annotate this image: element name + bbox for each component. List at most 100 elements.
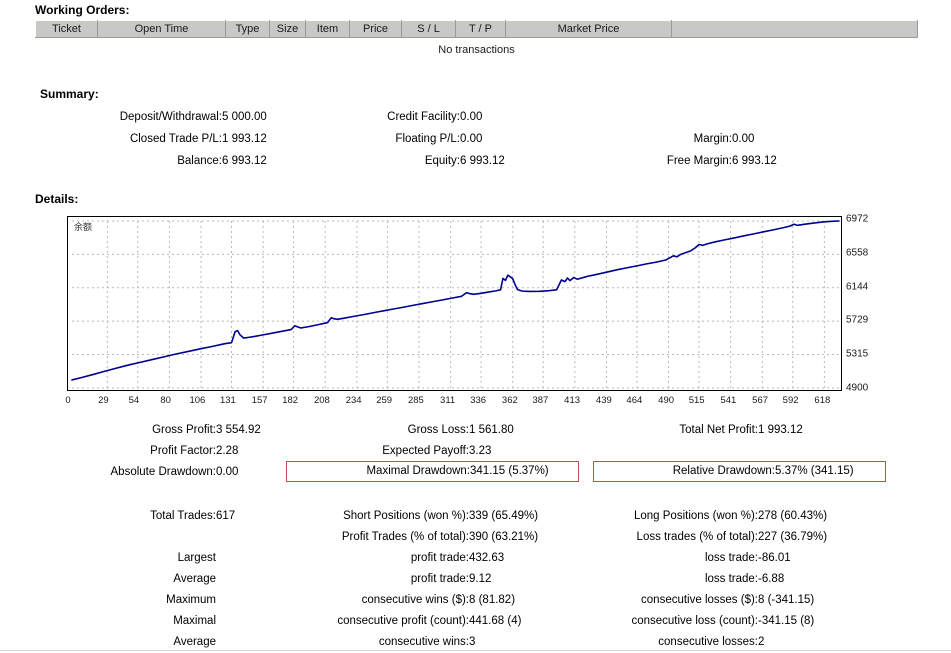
- y-axis-tick-5315: 5315: [846, 348, 869, 360]
- y-axis-tick-6972: 6972: [846, 213, 869, 225]
- summary-title: Summary:: [40, 87, 99, 101]
- details-title: Details:: [35, 192, 79, 206]
- bottom-divider: [0, 650, 951, 651]
- loss-trades-label: Loss trades (% of total):: [636, 530, 758, 543]
- x-axis-tick-490: 490: [658, 395, 675, 406]
- balance-label: Balance:: [177, 155, 222, 167]
- short-positions-label: Short Positions (won %):: [343, 509, 469, 522]
- x-axis-tick-80: 80: [160, 395, 171, 406]
- maximal-consecutive-loss-value: -341.15 (8): [758, 614, 815, 627]
- floating-pl-value: 0.00: [460, 133, 483, 145]
- closed-trade-pl-label: Closed Trade P/L:: [129, 133, 222, 145]
- stats-row: Maximum consecutive wins ($): 8 (81.82) …: [35, 589, 945, 610]
- working-orders-table: Ticket Open Time Type Size Item Price S …: [35, 20, 918, 38]
- deposit-withdrawal-value: 5 000.00: [222, 111, 267, 123]
- x-axis-tick-541: 541: [720, 395, 737, 406]
- profit-trades-label: Profit Trades (% of total):: [341, 530, 469, 543]
- column-header-ticket[interactable]: Ticket: [35, 20, 98, 38]
- column-header-open-time[interactable]: Open Time: [97, 20, 226, 38]
- relative-drawdown-label: Relative Drawdown:: [672, 465, 775, 477]
- x-axis-tick-0: 0: [65, 395, 71, 406]
- no-transactions-message: No transactions: [438, 44, 515, 56]
- average-loss-trade-label: loss trade:: [704, 572, 758, 585]
- performance-stats-grid: Gross Profit: 3 554.92 Gross Loss: 1 561…: [35, 419, 945, 482]
- gross-loss-label: Gross Loss:: [407, 423, 469, 436]
- maximal-drawdown-label: Maximal Drawdown:: [366, 465, 470, 477]
- strategy-tester-report: Working Orders: Ticket Open Time Type Si…: [0, 0, 951, 653]
- equity-label: Equity:: [424, 155, 460, 167]
- chart-legend-label: 余额: [74, 223, 93, 233]
- loss-trades-value: 227 (36.79%): [758, 530, 828, 543]
- x-axis-tick-29: 29: [98, 395, 109, 406]
- largest-loss-trade-label: loss trade:: [704, 551, 758, 564]
- average-loss-trade-value: -6.88: [758, 572, 785, 585]
- average-consecutive-losses-label: consecutive losses:: [658, 635, 758, 648]
- equity-value: 6 993.12: [460, 155, 505, 167]
- maximum-row-label: Maximum: [166, 593, 216, 606]
- long-positions-value: 278 (60.43%): [758, 509, 828, 522]
- chart-x-axis: 0 29 54 80 106 131 157 182 208 234 259 285 311 336 362…: [65, 395, 842, 409]
- chart-y-axis: 4900 5315 5729 6144 6558 6972: [846, 213, 906, 394]
- column-header-take-profit[interactable]: T / P: [455, 20, 506, 38]
- x-axis-tick-259: 259: [376, 395, 393, 406]
- expected-payoff-value: 3.23: [469, 444, 492, 457]
- balance-value: 6 993.12: [222, 155, 267, 167]
- max-consecutive-losses-label: consecutive losses ($):: [641, 593, 758, 606]
- column-header-stop-loss[interactable]: S / L: [401, 20, 456, 38]
- x-axis-tick-464: 464: [626, 395, 643, 406]
- summary-row: Deposit/Withdrawal: 5 000.00 Credit Faci…: [35, 106, 923, 128]
- floating-pl-label: Floating P/L:: [395, 133, 460, 145]
- y-axis-tick-5729: 5729: [846, 314, 869, 326]
- y-axis-tick-6558: 6558: [846, 247, 869, 259]
- profit-factor-label: Profit Factor:: [150, 444, 216, 457]
- absolute-drawdown-value: 0.00: [216, 465, 239, 478]
- column-header-price[interactable]: Price: [349, 20, 402, 38]
- summary-row: Balance: 6 993.12 Equity: 6 993.12 Free …: [35, 150, 923, 172]
- x-axis-tick-567: 567: [752, 395, 769, 406]
- x-axis-tick-54: 54: [128, 395, 140, 406]
- max-consecutive-wins-value: 8 (81.82): [469, 593, 516, 606]
- average-profit-trade-value: 9.12: [469, 572, 492, 585]
- x-axis-tick-618: 618: [814, 395, 831, 406]
- largest-profit-trade-label: profit trade:: [410, 551, 469, 564]
- gross-loss-value: 1 561.80: [469, 423, 514, 436]
- column-header-size[interactable]: Size: [269, 20, 306, 38]
- relative-drawdown-highlight-box: Relative Drawdown: 5.37% (341.15): [593, 461, 886, 482]
- column-header-type[interactable]: Type: [225, 20, 270, 38]
- summary-grid: Deposit/Withdrawal: 5 000.00 Credit Faci…: [35, 106, 923, 172]
- maximal-consecutive-profit-label: consecutive profit (count):: [337, 614, 469, 627]
- closed-trade-pl-value: 1 993.12: [222, 133, 267, 145]
- credit-facility-label: Credit Facility:: [387, 111, 460, 123]
- stats-row: Gross Profit: 3 554.92 Gross Loss: 1 561…: [35, 419, 945, 440]
- column-header-spacer[interactable]: [671, 20, 918, 38]
- maximal-drawdown-highlight-box: Maximal Drawdown: 341.15 (5.37%): [286, 461, 579, 482]
- credit-facility-value: 0.00: [460, 111, 483, 123]
- long-positions-label: Long Positions (won %):: [633, 509, 758, 522]
- table-header-row: Ticket Open Time Type Size Item Price S …: [35, 20, 918, 38]
- stats-row: Largest profit trade: 432.63 loss trade:…: [35, 547, 945, 568]
- stats-row: Total Trades: 617 Short Positions (won %…: [35, 505, 945, 526]
- profit-factor-value: 2.28: [216, 444, 239, 457]
- stats-row: Profit Trades (% of total): 390 (63.21%)…: [35, 526, 945, 547]
- y-axis-tick-6144: 6144: [846, 281, 869, 293]
- summary-row: Closed Trade P/L: 1 993.12 Floating P/L:…: [35, 128, 923, 150]
- stats-row: Average profit trade: 9.12 loss trade: -…: [35, 568, 945, 589]
- free-margin-value: 6 993.12: [732, 155, 777, 167]
- average-consecutive-losses-value: 2: [758, 635, 765, 648]
- x-axis-tick-234: 234: [345, 395, 362, 406]
- short-positions-value: 339 (65.49%): [469, 509, 539, 522]
- column-header-market-price[interactable]: Market Price: [505, 20, 672, 38]
- x-axis-tick-515: 515: [688, 395, 705, 406]
- maximal-consecutive-loss-label: consecutive loss (count):: [631, 614, 758, 627]
- x-axis-tick-311: 311: [440, 395, 456, 406]
- largest-row-label: Largest: [177, 551, 216, 564]
- x-axis-tick-362: 362: [501, 395, 518, 406]
- balance-equity-chart: 余额: [67, 216, 842, 391]
- column-header-item[interactable]: Item: [305, 20, 350, 38]
- expected-payoff-label: Expected Payoff:: [382, 444, 469, 457]
- largest-profit-trade-value: 432.63: [469, 551, 505, 564]
- x-axis-tick-208: 208: [313, 395, 330, 406]
- y-axis-tick-4900: 4900: [846, 382, 869, 394]
- x-axis-tick-131: 131: [219, 395, 236, 406]
- total-net-profit-value: 1 993.12: [758, 423, 803, 436]
